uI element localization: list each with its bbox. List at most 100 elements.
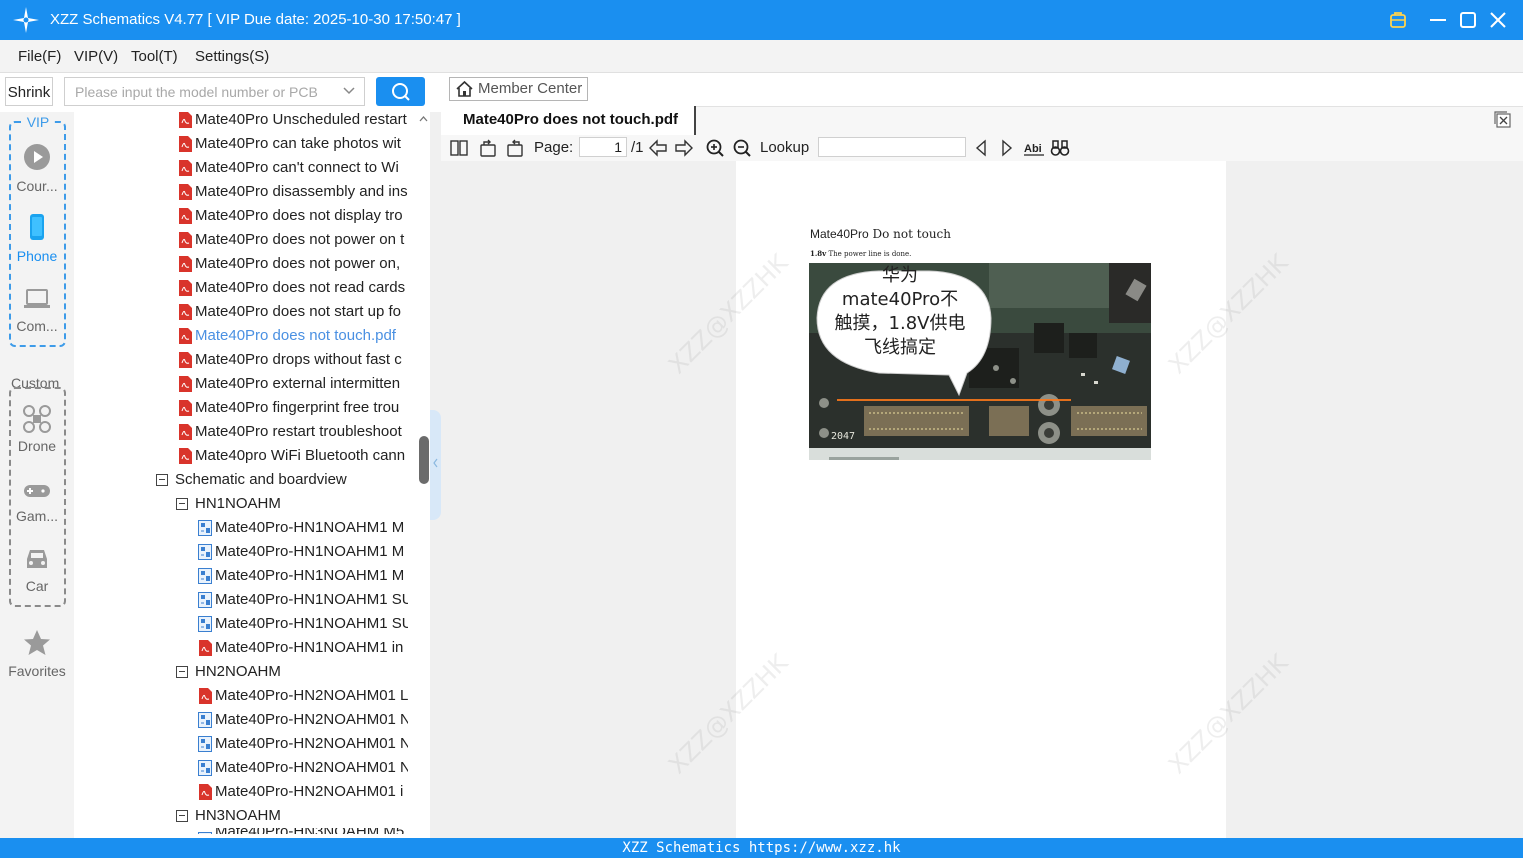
menu-vip[interactable]: VIP(V) — [74, 48, 118, 65]
tree-item-label: Mate40Pro does not read cards — [195, 279, 406, 296]
collapse-panel-handle[interactable] — [430, 410, 441, 520]
tree-item-pdf[interactable]: Mate40Pro disassembly and ins — [150, 180, 408, 204]
tree-group-hn3[interactable]: HN3NOAHM — [150, 804, 408, 828]
rotate-right-icon[interactable] — [505, 138, 525, 158]
zoom-in-icon[interactable] — [705, 138, 725, 158]
status-bar: XZZ Schematics https://www.xzz.hk — [0, 838, 1523, 858]
tree-item-boardview[interactable]: Mate40Pro-HN1NOAHM1 SU — [150, 612, 408, 636]
collapse-toggle[interactable] — [176, 666, 188, 678]
tree-item-pdf[interactable]: Mate40Pro Unscheduled restart — [150, 108, 408, 132]
pdf-heading-model: Mate40Pro — [810, 227, 869, 241]
boardview-file-icon — [198, 712, 212, 728]
search-button[interactable] — [376, 77, 425, 106]
tree-item-boardview[interactable]: Mate40Pro-HN2NOAHM01 N — [150, 756, 408, 780]
pdf-subtitle: 1.8v The power line is done. — [810, 249, 911, 258]
tree-item-label: Mate40Pro does not touch.pdf — [195, 327, 396, 344]
tree-item-label: Mate40Pro-HN2NOAHM01 N — [215, 711, 408, 728]
minimize-icon[interactable] — [1426, 8, 1450, 32]
tree-item-pdf[interactable]: Mate40Pro does not power on, — [150, 252, 408, 276]
find-previous-icon[interactable] — [971, 138, 991, 158]
tree-item-label: HN3NOAHM — [195, 807, 281, 824]
prev-page-arrow-icon[interactable] — [648, 138, 668, 158]
car-icon — [27, 550, 47, 568]
collapse-toggle[interactable] — [176, 810, 188, 822]
tree-item-pdf[interactable]: Mate40Pro does not display tro — [150, 204, 408, 228]
tree-group-hn2[interactable]: HN2NOAHM — [150, 660, 408, 684]
shrink-button[interactable]: Shrink — [5, 77, 53, 106]
svg-text:Abi: Abi — [1024, 143, 1042, 155]
boardview-file-icon — [198, 592, 212, 608]
tree-item-pdf[interactable]: Mate40Pro-HN1NOAHM1 in — [150, 636, 408, 660]
tab-document[interactable]: Mate40Pro does not touch.pdf — [441, 106, 696, 135]
next-page-arrow-icon[interactable] — [674, 138, 694, 158]
pdf-file-icon — [199, 688, 212, 704]
maximize-icon[interactable] — [1456, 8, 1480, 32]
two-page-view-icon[interactable] — [449, 138, 469, 158]
tree-item-pdf[interactable]: Mate40Pro restart troubleshoot — [150, 420, 408, 444]
close-icon[interactable] — [1486, 8, 1510, 32]
tree-item-label: Mate40Pro-HN1NOAHM1 SU — [215, 591, 408, 608]
member-center-button[interactable]: Member Center — [449, 77, 588, 101]
collapse-toggle[interactable] — [176, 498, 188, 510]
tree-item-pdf[interactable]: Mate40Pro does not power on t — [150, 228, 408, 252]
find-next-icon[interactable] — [997, 138, 1017, 158]
pdf-subtitle-rest: The power line is done. — [826, 250, 912, 258]
tree-item-pdf[interactable]: Mate40Pro does not read cards — [150, 276, 408, 300]
tree-item-boardview[interactable]: Mate40Pro-HN1NOAHM1 M — [150, 540, 408, 564]
tree-item-label: Mate40Pro drops without fast c — [195, 351, 402, 368]
find-binoculars-icon[interactable] — [1050, 138, 1070, 158]
pdf-file-icon — [179, 256, 192, 272]
lookup-input[interactable] — [818, 137, 966, 157]
pdf-heading-rest: Do not touch — [868, 227, 951, 241]
tree-item-pdf[interactable]: Mate40Pro drops without fast c — [150, 348, 408, 372]
search-field[interactable] — [64, 77, 365, 106]
rail-item-phone[interactable]: Phone — [4, 248, 70, 264]
tree-item-boardview[interactable]: Mate40Pro-HN3NOAHM M5 — [150, 828, 408, 834]
tree-item-pdf[interactable]: Mate40Pro external intermitten — [150, 372, 408, 396]
tree-item-pdf[interactable]: Mate40Pro does not touch.pdf — [150, 324, 408, 348]
search-input[interactable] — [73, 78, 337, 106]
rail-item-computer[interactable]: Com... — [4, 318, 70, 334]
tree-item-boardview[interactable]: Mate40Pro-HN1NOAHM1 M — [150, 564, 408, 588]
match-case-icon[interactable]: Abi — [1023, 138, 1045, 158]
rail-item-drone[interactable]: Drone — [4, 438, 70, 454]
rail-item-car[interactable]: Car — [4, 578, 70, 594]
rotate-left-icon[interactable] — [478, 138, 498, 158]
tree-item-boardview[interactable]: Mate40Pro-HN2NOAHM01 N — [150, 732, 408, 756]
tree-item-boardview[interactable]: Mate40Pro-HN1NOAHM1 SU — [150, 588, 408, 612]
tree-item-label: Mate40Pro-HN2NOAHM01 N — [215, 759, 408, 776]
tree-item-boardview[interactable]: Mate40Pro-HN1NOAHM1 M — [150, 516, 408, 540]
chevron-down-icon[interactable] — [342, 84, 356, 98]
tree-item-boardview[interactable]: Mate40Pro-HN2NOAHM01 N — [150, 708, 408, 732]
tree-item-label: Schematic and boardview — [175, 471, 347, 488]
close-tabs-icon[interactable] — [1493, 110, 1512, 129]
rail-item-courses[interactable]: Cour... — [4, 178, 70, 194]
tree-group-schematic[interactable]: Schematic and boardview — [150, 468, 408, 492]
page-number-input[interactable]: 1 — [579, 137, 627, 157]
scroll-up-icon[interactable] — [419, 115, 428, 123]
collapse-toggle[interactable] — [156, 474, 168, 486]
vip-bag-icon[interactable] — [1386, 8, 1410, 32]
tree-item-pdf[interactable]: Mate40Pro can take photos wit — [150, 132, 408, 156]
tree-item-pdf[interactable]: Mate40Pro does not start up fo — [150, 300, 408, 324]
rail-item-games[interactable]: Gam... — [4, 508, 70, 524]
rail-item-favorites[interactable]: Favorites — [4, 663, 70, 679]
tree-item-pdf[interactable]: Mate40Pro-HN2NOAHM01 i — [150, 780, 408, 804]
menu-file[interactable]: File(F) — [18, 48, 61, 65]
tree-item-label: Mate40Pro can take photos wit — [195, 135, 401, 152]
tree-item-label: Mate40Pro-HN1NOAHM1 M — [215, 519, 405, 536]
tree-item-label: Mate40Pro-HN1NOAHM1 M — [215, 567, 405, 584]
menu-tool[interactable]: Tool(T) — [131, 48, 178, 65]
tree-scroll-thumb[interactable] — [419, 436, 429, 484]
zoom-out-icon[interactable] — [732, 138, 752, 158]
boardview-file-icon — [198, 736, 212, 752]
menu-settings[interactable]: Settings(S) — [195, 48, 269, 65]
tree-item-pdf[interactable]: Mate40Pro-HN2NOAHM01 L — [150, 684, 408, 708]
tree-item-pdf[interactable]: Mate40Pro can't connect to Wi — [150, 156, 408, 180]
tree-item-pdf[interactable]: Mate40Pro fingerprint free trou — [150, 396, 408, 420]
pdf-file-icon — [199, 640, 212, 656]
tree-group-hn1[interactable]: HN1NOAHM — [150, 492, 408, 516]
pdf-file-icon — [179, 400, 192, 416]
boardview-file-icon — [198, 544, 212, 560]
tree-item-pdf[interactable]: Mate40pro WiFi Bluetooth cann — [150, 444, 408, 468]
